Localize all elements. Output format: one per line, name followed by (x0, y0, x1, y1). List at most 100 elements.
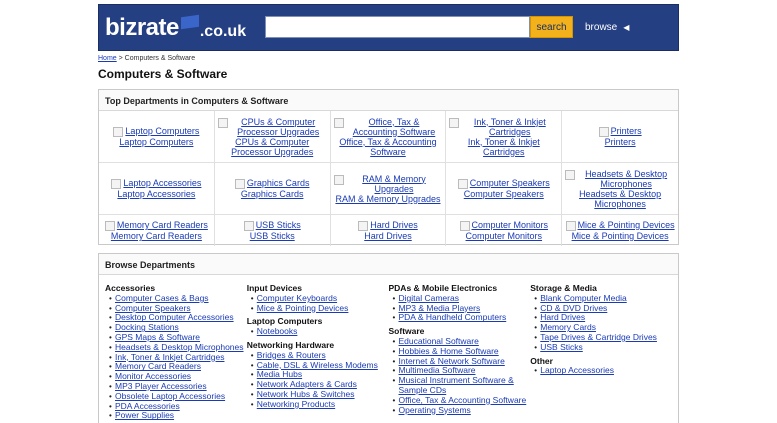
department-image[interactable]: Office, Tax & Accounting Software (334, 117, 443, 137)
category-link[interactable]: Hobbies & Home Software (399, 346, 499, 356)
category-list: Bridges & RoutersCable, DSL & Wireless M… (251, 350, 389, 410)
category-link[interactable]: Laptop Accessories (540, 365, 614, 375)
category-link[interactable]: Blank Computer Media (540, 293, 626, 303)
department-image[interactable]: Graphics Cards (235, 178, 310, 189)
category-link[interactable]: Notebooks (257, 326, 298, 336)
category-link[interactable]: Tape Drives & Cartridge Drives (540, 332, 657, 342)
category-link[interactable]: Power Supplies (115, 410, 174, 420)
category-link[interactable]: Internet & Network Software (399, 356, 505, 366)
department-image[interactable]: USB Sticks (244, 220, 301, 231)
department-image[interactable]: Headsets & Desktop Microphones (565, 169, 675, 189)
category-link[interactable]: Network Adapters & Cards (257, 379, 357, 389)
department-link[interactable]: Laptop Accessories (117, 189, 195, 199)
category-link[interactable]: Bridges & Routers (257, 350, 326, 360)
category-link[interactable]: CD & DVD Drives (540, 303, 607, 313)
category-link[interactable]: Memory Card Readers (115, 361, 201, 371)
list-item: PDA & Handheld Computers (393, 312, 531, 323)
category-link[interactable]: Ink, Toner & Inkjet Cartridges (115, 352, 224, 362)
category-link[interactable]: Desktop Computer Accessories (115, 312, 234, 322)
category-link[interactable]: Media Hubs (257, 369, 302, 379)
department-link[interactable]: Computer Speakers (464, 189, 544, 199)
breadcrumb-separator: > (116, 55, 125, 62)
department-tile[interactable]: Printers Printers (562, 111, 678, 163)
department-tile[interactable]: Office, Tax & Accounting Software Office,… (330, 111, 447, 163)
category-link[interactable]: Obsolete Laptop Accessories (115, 391, 225, 401)
category-link[interactable]: Networking Products (257, 399, 335, 409)
search-button[interactable]: search (530, 16, 573, 38)
category-link[interactable]: Digital Cameras (399, 293, 459, 303)
category-link[interactable]: Computer Keyboards (257, 293, 337, 303)
department-image[interactable]: Memory Card Readers (105, 220, 208, 231)
search-input[interactable] (265, 16, 530, 38)
department-link[interactable]: Laptop Computers (119, 137, 193, 147)
category-link[interactable]: Hard Drives (540, 312, 585, 322)
department-tile[interactable]: Ink, Toner & Inkjet Cartridges Ink, Toner… (446, 111, 563, 163)
department-link[interactable]: Memory Card Readers (111, 231, 202, 241)
category-list: Digital CamerasMP3 & Media PlayersPDA & … (393, 293, 531, 323)
category-link[interactable]: GPS Maps & Software (115, 332, 200, 342)
department-tile[interactable]: CPUs & Computer Processor Upgrades CPUs &… (214, 111, 331, 163)
department-image[interactable]: Hard Drives (358, 220, 418, 231)
department-tile[interactable]: Laptop Computers Laptop Computers (99, 111, 215, 163)
list-item: Musical Instrument Software & Sample CDs (393, 375, 531, 396)
category-link[interactable]: Operating Systems (399, 405, 471, 415)
department-image[interactable]: RAM & Memory Upgrades (334, 174, 443, 194)
category-link[interactable]: Headsets & Desktop Microphones (115, 342, 244, 352)
site-header: bizrate .co.uk search browse ◀ (98, 4, 679, 51)
browse-button[interactable]: browse ◀ (585, 16, 629, 38)
category-link[interactable]: MP3 Player Accessories (115, 381, 207, 391)
page-title: Computers & Software (98, 67, 228, 81)
department-image[interactable]: Computer Speakers (458, 178, 550, 189)
department-tile[interactable]: Computer Speakers Computer Speakers (446, 163, 563, 215)
category-link[interactable]: Computer Speakers (115, 303, 191, 313)
department-link[interactable]: RAM & Memory Upgrades (335, 194, 440, 204)
category-link[interactable]: PDA Accessories (115, 401, 180, 411)
department-tile[interactable]: Headsets & Desktop Microphones Headsets &… (562, 163, 678, 215)
department-tile[interactable]: Mice & Pointing Devices Mice & Pointing D… (562, 215, 678, 246)
department-link[interactable]: Graphics Cards (241, 189, 304, 199)
category-link[interactable]: Docking Stations (115, 322, 179, 332)
department-link[interactable]: Office, Tax & Accounting Software (334, 137, 443, 157)
top-departments-panel: Top Departments in Computers & Software … (98, 89, 679, 246)
category-link[interactable]: Mice & Pointing Devices (257, 303, 349, 313)
department-link[interactable]: Hard Drives (364, 231, 412, 241)
bizrate-logo[interactable]: bizrate .co.uk (105, 13, 246, 43)
department-link[interactable]: Mice & Pointing Devices (572, 231, 669, 241)
department-tile[interactable]: Hard Drives Hard Drives (331, 215, 447, 246)
browse-column: PDAs & Mobile ElectronicsDigital Cameras… (389, 283, 531, 423)
department-tile[interactable]: RAM & Memory Upgrades RAM & Memory Upgrad… (330, 163, 447, 215)
department-image[interactable]: Computer Monitors (460, 220, 549, 231)
department-link[interactable]: Computer Monitors (466, 231, 543, 241)
department-image[interactable]: Laptop Computers (113, 126, 199, 137)
category-link[interactable]: Monitor Accessories (115, 371, 191, 381)
department-tile[interactable]: Memory Card Readers Memory Card Readers (99, 215, 215, 246)
department-tile[interactable]: Laptop Accessories Laptop Accessories (99, 163, 215, 215)
category-link[interactable]: Computer Cases & Bags (115, 293, 209, 303)
category-link[interactable]: Network Hubs & Switches (257, 389, 355, 399)
category-link[interactable]: MP3 & Media Players (399, 303, 481, 313)
category-link[interactable]: Memory Cards (540, 322, 596, 332)
browse-column: AccessoriesComputer Cases & BagsComputer… (105, 283, 247, 423)
department-link[interactable]: CPUs & Computer Processor Upgrades (218, 137, 327, 157)
category-link[interactable]: PDA & Handheld Computers (399, 312, 507, 322)
category-link[interactable]: Educational Software (399, 336, 479, 346)
category-list: Blank Computer MediaCD & DVD DrivesHard … (534, 293, 672, 353)
department-tile[interactable]: Computer Monitors Computer Monitors (446, 215, 563, 246)
category-link[interactable]: Multimedia Software (399, 365, 476, 375)
department-link[interactable]: Headsets & Desktop Microphones (565, 189, 675, 209)
department-image[interactable]: Laptop Accessories (111, 178, 201, 189)
category-link[interactable]: Cable, DSL & Wireless Modems (257, 360, 378, 370)
category-link[interactable]: Office, Tax & Accounting Software (399, 395, 527, 405)
category-link[interactable]: USB Sticks (540, 342, 583, 352)
department-link[interactable]: USB Sticks (250, 231, 295, 241)
department-image[interactable]: Ink, Toner & Inkjet Cartridges (449, 117, 558, 137)
department-image[interactable]: Printers (599, 126, 642, 137)
department-tile[interactable]: Graphics Cards Graphics Cards (214, 163, 331, 215)
department-link[interactable]: Ink, Toner & Inkjet Cartridges (449, 137, 558, 157)
category-link[interactable]: Musical Instrument Software & Sample CDs (399, 375, 514, 395)
department-image[interactable]: CPUs & Computer Processor Upgrades (218, 117, 327, 137)
department-image[interactable]: Mice & Pointing Devices (566, 220, 675, 231)
department-link[interactable]: Printers (605, 137, 636, 147)
department-tile[interactable]: USB Sticks USB Sticks (215, 215, 331, 246)
breadcrumb-home[interactable]: Home (98, 55, 117, 62)
